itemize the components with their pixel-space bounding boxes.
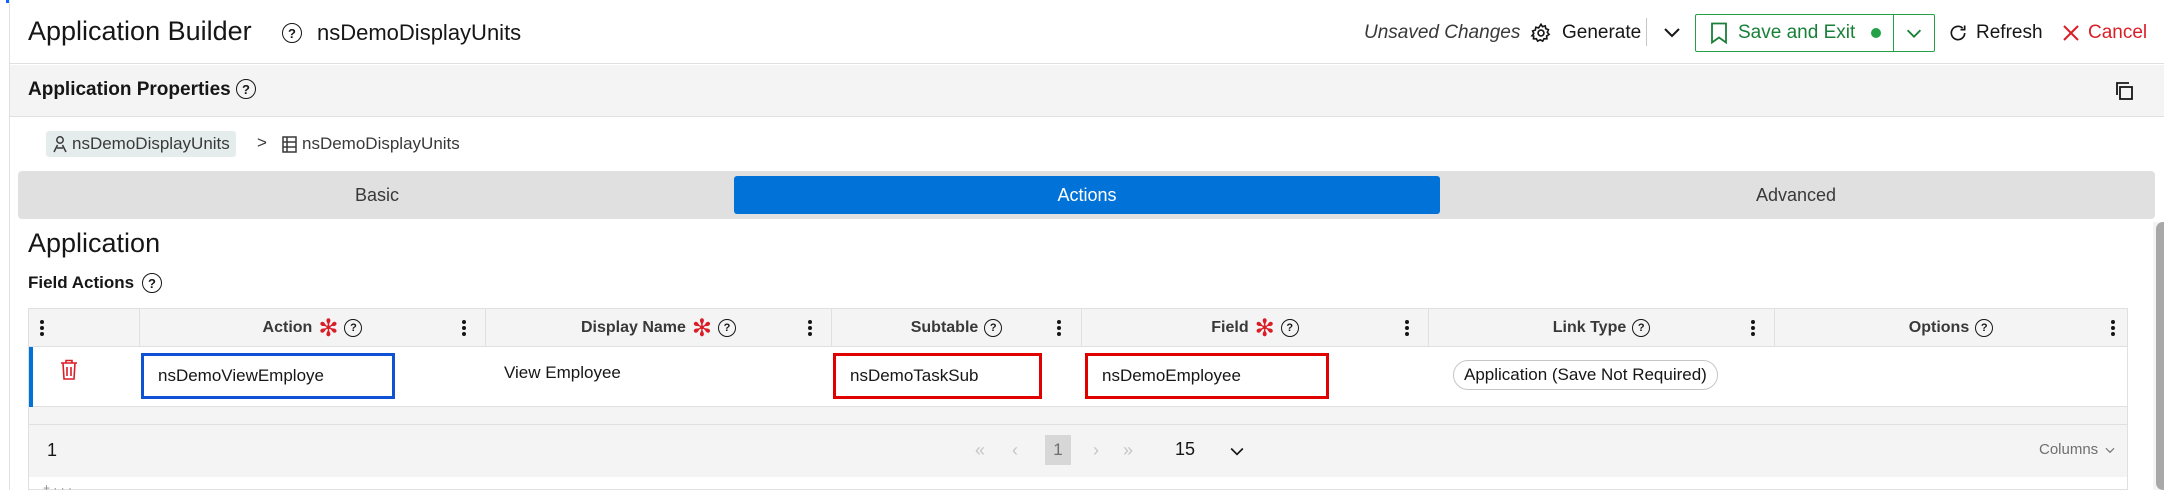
overflow-menu-icon[interactable] [2110,317,2116,339]
tab-bar: Basic Actions Advanced [18,171,2155,219]
breadcrumb-label: nsDemoDisplayUnits [302,134,460,153]
current-page[interactable]: 1 [1045,435,1071,465]
generate-label: Generate [1562,22,1642,43]
required-icon: ✻ [318,315,339,342]
columns-button[interactable]: Columns [2039,441,2117,458]
save-options-chevron[interactable] [1894,15,1934,51]
link-type-tag[interactable]: Application (Save Not Required) [1453,360,1718,390]
column-label: Field [1211,319,1249,336]
vertical-scrollbar[interactable] [2153,222,2164,490]
tab-basic[interactable]: Basic [22,176,732,214]
save-and-exit-label: Save and Exit [1738,22,1856,43]
properties-bar: Application Properties ? [10,65,2164,117]
row-count: 1 [47,440,58,460]
help-icon[interactable]: ? [236,79,256,99]
help-icon[interactable]: ? [1975,319,1994,337]
tab-actions[interactable]: Actions [734,176,1440,214]
display-name-cell[interactable]: View Employee [504,363,621,383]
table-header-row: Action ✻ ? Display Name ✻ ? Subtable ? F… [29,309,2127,347]
last-page-icon[interactable]: » [1123,440,1133,461]
field-input[interactable]: nsDemoEmployee [1085,353,1329,399]
page-title: Application Builder [28,16,252,46]
help-icon[interactable]: ? [984,319,1003,337]
header-cell-display-name: Display Name ✻ ? [486,309,832,347]
column-label: Options [1908,319,1970,336]
section-title: Application [28,228,161,258]
chevron-down-icon[interactable] [1227,441,1247,461]
breadcrumb-item-table[interactable]: nsDemoDisplayUnits [282,131,460,157]
user-app-icon [53,136,67,153]
chevron-down-icon[interactable] [1660,20,1684,44]
page-size-select[interactable]: 15 [1175,439,1195,460]
refresh-icon [1950,25,1966,41]
trash-icon[interactable] [59,359,79,381]
help-icon[interactable]: ? [1632,319,1651,337]
overflow-menu-icon[interactable] [1404,317,1410,339]
help-icon[interactable]: ? [344,319,363,337]
chevron-down-icon [1907,29,1922,38]
header-cell-options: Options ? [1775,309,2127,347]
column-label: Subtable [910,319,979,336]
app-builder-frame: Application Builder ? nsDemoDisplayUnits… [9,0,2164,490]
copy-icon[interactable] [2113,80,2135,102]
header-cell-field: Field ✻ ? [1082,309,1429,347]
table-icon [282,135,297,153]
scrollbar-thumb[interactable] [2156,222,2164,490]
header-cell-link-type: Link Type ? [1429,309,1775,347]
bookmark-icon [1711,22,1727,44]
tab-advanced[interactable]: Advanced [1442,176,2150,214]
required-icon: ✻ [691,315,713,342]
divider [1646,18,1647,46]
action-input[interactable]: nsDemoViewEmploye [141,353,395,399]
save-and-exit-button[interactable]: Save and Exit [1696,15,1895,51]
overflow-menu-icon[interactable] [1056,317,1062,339]
subtable-input[interactable]: nsDemoTaskSub [833,353,1042,399]
required-icon: ✻ [1254,315,1275,342]
cancel-button[interactable]: Cancel [2062,14,2147,52]
generate-button[interactable]: Generate [1530,14,1641,52]
column-label: Display Name [580,319,686,336]
header-cell-subtable: Subtable ? [832,309,1082,347]
overflow-menu-icon[interactable] [39,317,45,339]
field-actions-table: Action ✻ ? Display Name ✻ ? Subtable ? F… [28,308,2128,490]
column-label: Action [262,319,313,336]
add-row-button-partial[interactable]: + · · · [43,481,72,490]
header-cell-action: Action ✻ ? [140,309,486,347]
help-icon[interactable]: ? [282,23,302,43]
overflow-menu-icon[interactable] [1750,317,1756,339]
field-actions-label: Field Actions [28,273,135,292]
breadcrumb-separator: > [257,133,267,152]
row-selected-indicator [29,347,33,407]
table-spacer [29,407,2127,425]
column-label: Link Type [1552,319,1627,336]
next-page-icon[interactable]: › [1093,440,1099,461]
breadcrumb-label: nsDemoDisplayUnits [72,134,230,153]
refresh-label: Refresh [1976,22,2043,43]
help-icon[interactable]: ? [142,273,162,293]
help-icon[interactable]: ? [718,319,737,337]
properties-title: Application Properties [28,79,231,100]
columns-label: Columns [2039,441,2099,458]
gear-icon [1530,22,1551,43]
first-page-icon[interactable]: « [975,440,985,461]
overflow-menu-icon[interactable] [807,317,813,339]
refresh-button[interactable]: Refresh [1948,14,2043,52]
close-icon [2063,25,2079,41]
unsaved-status: Unsaved Changes [1364,22,1521,43]
app-name: nsDemoDisplayUnits [317,20,522,45]
app-header: Application Builder ? nsDemoDisplayUnits… [10,0,2164,64]
breadcrumb-item-app[interactable]: nsDemoDisplayUnits [46,131,236,157]
unsaved-dot-icon [1871,28,1882,38]
overflow-menu-icon[interactable] [461,317,467,339]
table-row[interactable]: nsDemoViewEmploye View Employee nsDemoTa… [29,347,2127,407]
help-icon[interactable]: ? [1280,319,1299,337]
header-cell-select [29,309,140,347]
save-and-exit-group: Save and Exit [1695,14,1936,52]
table-pager: 1 « ‹ 1 › » 15 Columns [29,425,2127,477]
chevron-down-icon [2105,447,2115,453]
previous-page-icon[interactable]: ‹ [1012,440,1018,461]
cancel-label: Cancel [2088,22,2148,43]
